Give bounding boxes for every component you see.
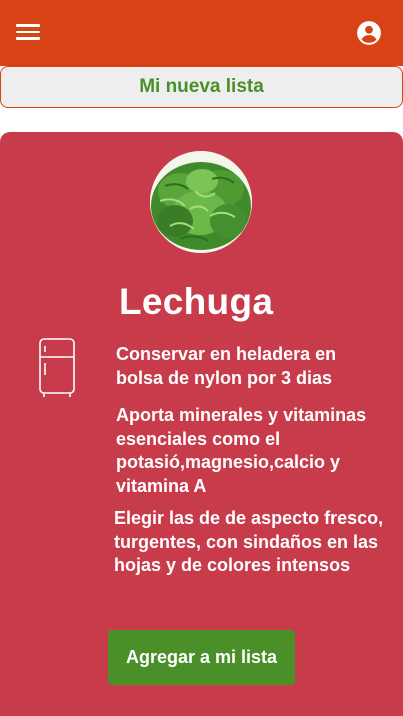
menu-icon[interactable] xyxy=(16,20,42,44)
refrigerator-icon xyxy=(39,338,75,397)
storage-tip: Conservar en heladera en bolsa de nylon … xyxy=(116,344,337,388)
app-header xyxy=(0,0,403,66)
add-to-list-label: Agregar a mi lista xyxy=(125,647,278,667)
account-circle-icon[interactable] xyxy=(356,20,382,46)
product-card: Lechuga Conservar en heladera en bolsa d… xyxy=(0,132,403,716)
lettuce-image xyxy=(150,151,252,253)
selection-tip: Elegir las de de aspecto fresco, turgent… xyxy=(114,508,384,575)
product-title: Lechuga xyxy=(119,281,274,322)
my-new-list-button[interactable]: Mi nueva lista xyxy=(0,66,403,108)
nutrition-tip: Aporta minerales y vitaminas esenciales … xyxy=(116,405,367,496)
add-to-list-button[interactable]: Agregar a mi lista xyxy=(108,630,295,685)
my-new-list-label: Mi nueva lista xyxy=(139,76,264,97)
